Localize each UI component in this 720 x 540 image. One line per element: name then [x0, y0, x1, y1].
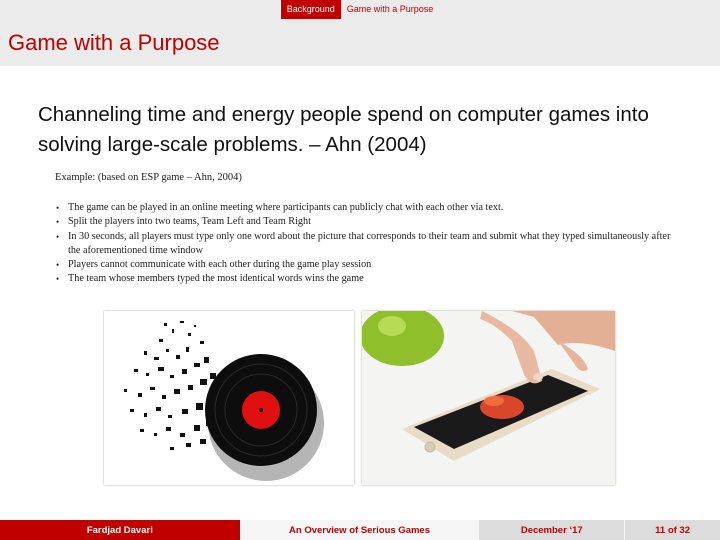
- slide-title-bar: Game with a Purpose: [0, 19, 720, 66]
- bullet-text: The team whose members typed the most id…: [68, 273, 364, 285]
- bullet-text: In 30 seconds, all players must type onl…: [68, 230, 671, 256]
- record-spindle-hole: [259, 408, 263, 412]
- fingernail: [533, 373, 543, 381]
- bullet-item: • Split the players into two teams, Team …: [55, 215, 675, 229]
- bullet-dot: •: [56, 274, 60, 285]
- apple-highlight: [378, 316, 406, 336]
- bullet-text: Split the players into two teams, Team L…: [68, 216, 311, 228]
- footer-page-number: 11 of 32: [624, 520, 720, 540]
- smartphone-illustration: [360, 306, 615, 485]
- bullet-item: • The team whose members typed the most i…: [55, 272, 675, 286]
- bullet-dot: •: [56, 217, 60, 228]
- section-navigation: Background Game with a Purpose: [0, 0, 720, 19]
- nav-section-background[interactable]: Background: [280, 0, 341, 19]
- phone-home-button: [424, 441, 436, 453]
- particle-fragments: [124, 321, 216, 450]
- slide-headline: Channeling time and energy people spend …: [38, 103, 649, 156]
- bullet-item: • The game can be played in an online mee…: [55, 201, 675, 215]
- bullet-item: • In 30 seconds, all players must type on…: [55, 230, 675, 259]
- bullet-dot: •: [56, 231, 60, 242]
- example-label: Example: (based on ESP game – Ahn, 2004): [55, 172, 242, 183]
- smartphone-image: [360, 306, 615, 485]
- bullet-dot: •: [56, 260, 60, 271]
- nav-subsection-game-with-a-purpose[interactable]: Game with a Purpose: [341, 0, 440, 19]
- slide-title: Game with a Purpose: [8, 29, 220, 55]
- vinyl-record-illustration: [124, 321, 324, 481]
- bullet-text: The game can be played in an online meet…: [68, 202, 504, 213]
- vinyl-record-image: [104, 311, 354, 485]
- footer-date: December ‘17: [479, 520, 625, 540]
- screen-wallpaper-petal: [484, 396, 504, 406]
- slide-footer: Fardjad Davari An Overview of Serious Ga…: [0, 520, 720, 540]
- bullet-item: • Players cannot communicate with each ot…: [55, 258, 675, 272]
- bullet-dot: •: [56, 203, 60, 213]
- footer-presentation-title: An Overview of Serious Games: [239, 520, 480, 540]
- bullet-text: Players cannot communicate with each oth…: [68, 259, 372, 271]
- footer-author: Fardjad Davari: [0, 520, 240, 540]
- bullet-list: • The game can be played in an online mee…: [55, 201, 675, 287]
